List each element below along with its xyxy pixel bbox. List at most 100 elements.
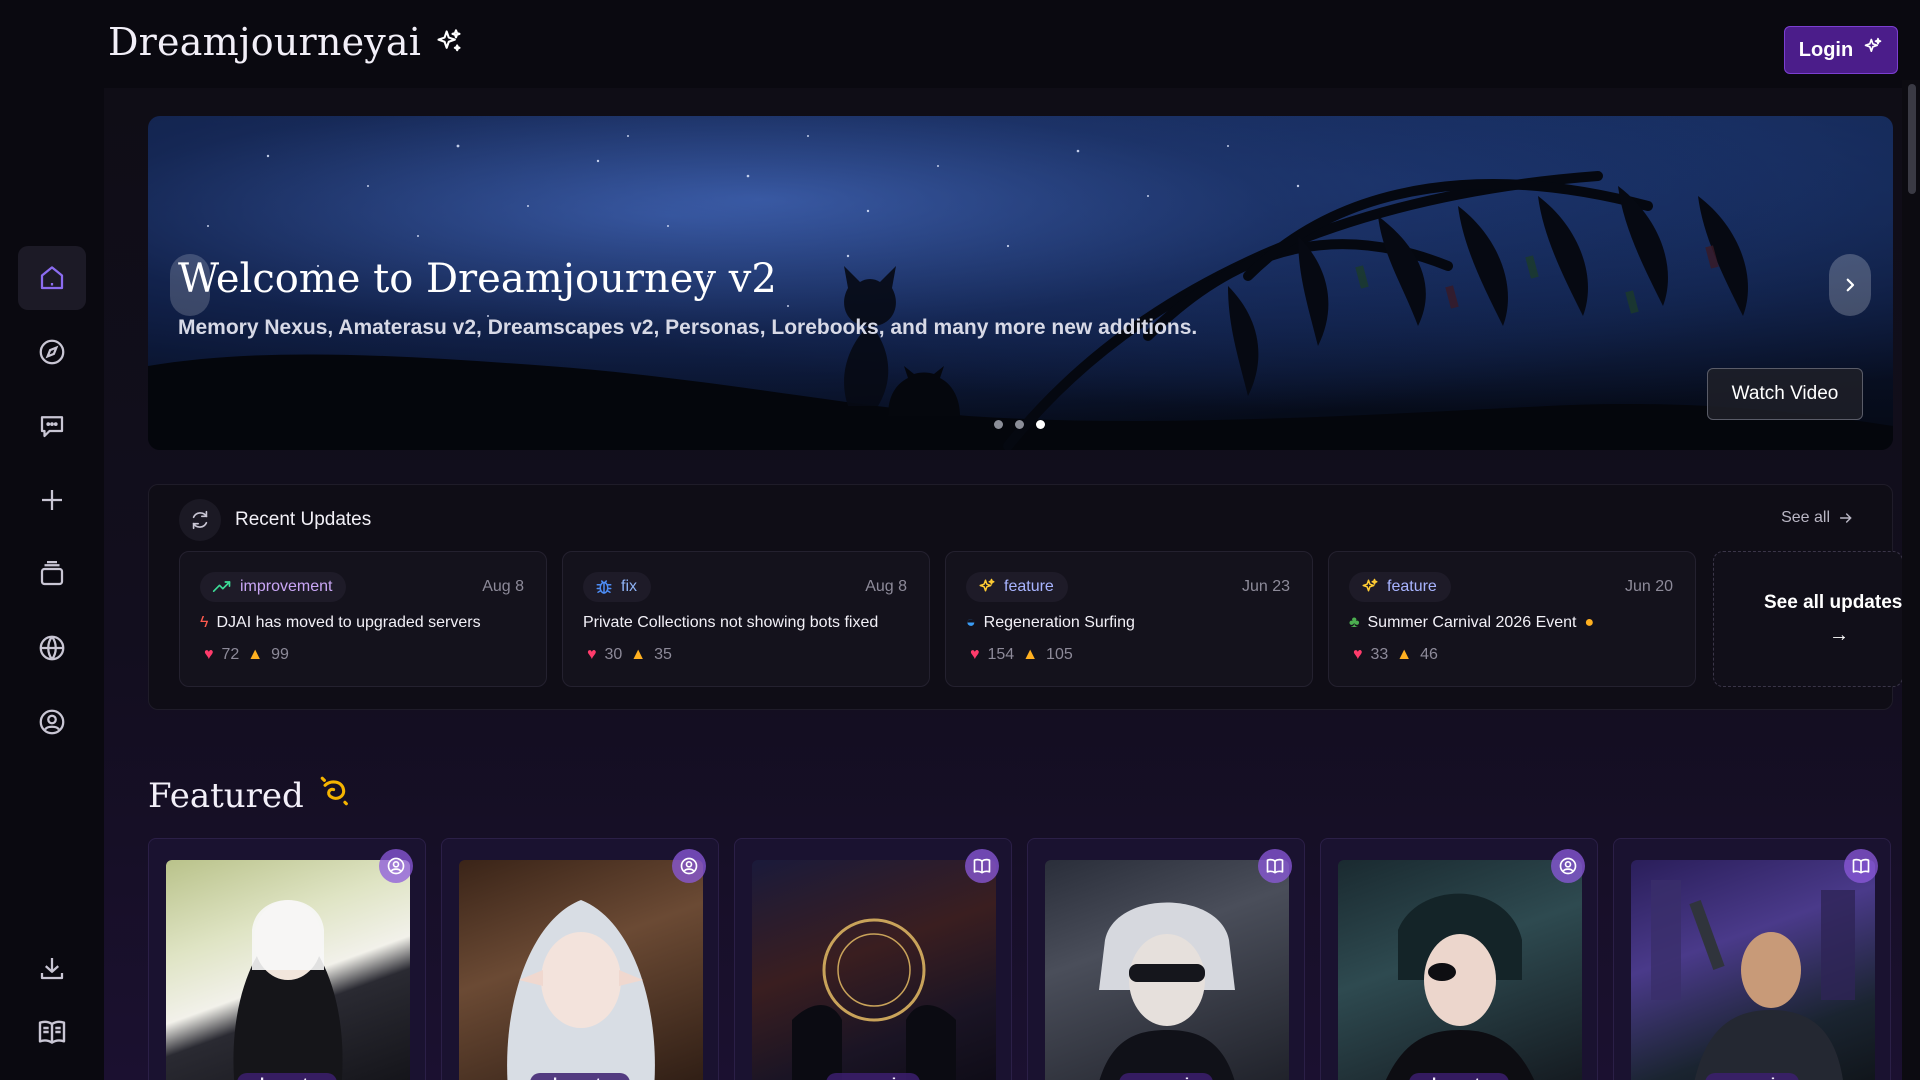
card-image: [166, 860, 410, 1080]
globe-icon: [39, 635, 65, 661]
update-tag: feature: [966, 572, 1068, 602]
card-type-label: scenario: [826, 1073, 920, 1080]
sparkle-icon: [979, 578, 995, 592]
arrow-right-icon: →: [1829, 624, 1849, 646]
chat-icon: [40, 416, 64, 438]
sidebar-item-profile[interactable]: [18, 690, 86, 754]
card-type-label: scenario: [1705, 1073, 1799, 1080]
sidebar-item-explore[interactable]: [18, 320, 86, 384]
carousel-dot-active[interactable]: [1036, 420, 1045, 429]
update-tag: improvement: [200, 572, 347, 602]
update-title-text: DJAI has moved to upgraded servers: [216, 614, 481, 631]
refresh-icon: [179, 499, 221, 541]
sidebar-item-world[interactable]: [18, 616, 86, 680]
book-icon: [965, 849, 999, 883]
brand[interactable]: Dreamjourneyai: [108, 20, 463, 64]
heart-count: 154: [987, 646, 1015, 663]
book-icon: [1844, 849, 1878, 883]
watch-video-button[interactable]: Watch Video: [1707, 368, 1863, 420]
update-date: Jun 23: [1241, 578, 1290, 595]
update-card[interactable]: improvement Aug 8 ϟ DJAI has moved to up…: [179, 551, 547, 687]
fire-count: 46: [1420, 646, 1438, 663]
card-image: [1338, 860, 1582, 1080]
scrollbar[interactable]: [1902, 80, 1920, 1080]
sidebar: [0, 88, 104, 1080]
update-title: ◒ Regeneration Surfing: [966, 614, 1135, 632]
arrow-right-icon: [1839, 513, 1852, 523]
featured-heading: Featured: [148, 774, 352, 817]
login-label: Login: [1798, 38, 1854, 61]
update-stats: ♥ 30 ▲ 35: [587, 646, 672, 664]
fire-icon[interactable]: ▲: [630, 646, 646, 664]
featured-card[interactable]: character: [148, 838, 426, 1080]
card-type-label: character: [236, 1073, 338, 1080]
scrollbar-thumb[interactable]: [1908, 84, 1916, 194]
update-tag-label: feature: [1387, 578, 1437, 595]
sidebar-item-download[interactable]: [18, 936, 86, 1000]
update-card[interactable]: feature Jun 23 ◒ Regeneration Surfing ♥ …: [945, 551, 1313, 687]
update-card[interactable]: fix Aug 8 Private Collections not showin…: [562, 551, 930, 687]
chevron-right-icon: [1846, 278, 1855, 292]
featured-card[interactable]: character: [441, 838, 719, 1080]
sidebar-item-home[interactable]: [18, 246, 86, 310]
update-date: Jun 20: [1624, 578, 1673, 595]
sidebar-item-docs[interactable]: [18, 1000, 86, 1064]
lightning-icon: ϟ: [200, 614, 209, 631]
top-bar: Dreamjourneyai Login: [0, 0, 1920, 88]
recent-updates-title: Recent Updates: [235, 509, 372, 530]
carousel-dot[interactable]: [1015, 420, 1024, 429]
wave-icon: ◒: [966, 614, 976, 631]
user-icon: [379, 849, 413, 883]
trending-up-icon: [212, 581, 231, 593]
update-tag-label: improvement: [240, 578, 333, 595]
fire-count: 105: [1046, 646, 1073, 663]
card-image: [1631, 860, 1875, 1080]
hero-title: Welcome to Dreamjourney v2: [178, 256, 777, 302]
heart-icon[interactable]: ♥: [204, 646, 214, 664]
carousel-dot[interactable]: [994, 420, 1003, 429]
card-type-label: scenario: [1119, 1073, 1213, 1080]
heart-icon[interactable]: ♥: [587, 646, 597, 664]
update-stats: ♥ 33 ▲ 46: [1353, 646, 1438, 664]
sidebar-item-chats[interactable]: [18, 394, 86, 458]
heart-icon[interactable]: ♥: [970, 646, 980, 664]
book-icon: [38, 1020, 66, 1044]
featured-card[interactable]: scenario: [1613, 838, 1891, 1080]
update-title-text: Summer Carnival 2026 Event: [1367, 614, 1577, 631]
fire-icon[interactable]: ▲: [247, 646, 263, 664]
user-icon: [1551, 849, 1585, 883]
login-button[interactable]: Login: [1784, 26, 1898, 74]
see-all-link[interactable]: See all: [1781, 509, 1854, 527]
update-tag: feature: [1349, 572, 1451, 602]
hero-banner[interactable]: Welcome to Dreamjourney v2 Memory Nexus,…: [148, 116, 1893, 450]
update-title-text: Private Collections not showing bots fix…: [583, 614, 879, 631]
see-all-label: See all: [1781, 509, 1830, 526]
update-tag-label: feature: [1004, 578, 1054, 595]
dizzy-icon: [318, 774, 352, 817]
featured-card[interactable]: character: [1320, 838, 1598, 1080]
sidebar-item-collections[interactable]: [18, 542, 86, 606]
card-image: [752, 860, 996, 1080]
user-icon: [672, 849, 706, 883]
fire-icon[interactable]: ▲: [1396, 646, 1412, 664]
bug-icon: [596, 580, 612, 594]
hero-next-button[interactable]: [1829, 254, 1871, 316]
update-tag-label: fix: [621, 578, 637, 595]
sidebar-item-create[interactable]: [18, 468, 86, 532]
heart-count: 33: [1370, 646, 1389, 663]
update-card[interactable]: feature Jun 20 ♣ Summer Carnival 2026 Ev…: [1328, 551, 1696, 687]
update-title: ♣ Summer Carnival 2026 Event ●: [1349, 614, 1594, 632]
see-all-updates-card[interactable]: See all updates →: [1713, 551, 1903, 687]
card-type-label: character: [529, 1073, 631, 1080]
fire-icon[interactable]: ▲: [1022, 646, 1038, 664]
featured-card[interactable]: scenario: [734, 838, 1012, 1080]
sun-icon: ●: [1584, 614, 1595, 631]
featured-card[interactable]: scenario: [1027, 838, 1305, 1080]
sparkle-icon: [1362, 578, 1378, 592]
update-stats: ♥ 154 ▲ 105: [970, 646, 1073, 664]
card-type-label: character: [1408, 1073, 1510, 1080]
update-stats: ♥ 72 ▲ 99: [204, 646, 289, 664]
card-image: [1045, 860, 1289, 1080]
heart-icon[interactable]: ♥: [1353, 646, 1363, 664]
compass-icon: [39, 339, 65, 365]
